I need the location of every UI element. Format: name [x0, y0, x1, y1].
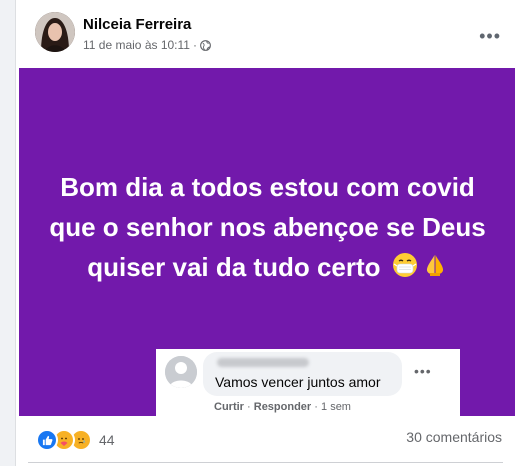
banner-text: Bom dia a todos estou com covid que o se…	[49, 172, 486, 282]
reactions-summary[interactable]: 44	[36, 429, 115, 451]
comment-actions: Curtir · Responder · 1 sem	[214, 401, 351, 413]
action-separator: ·	[247, 401, 251, 413]
avatar-photo	[35, 12, 75, 52]
commenter-avatar[interactable]	[165, 356, 197, 388]
reaction-count[interactable]: 44	[99, 432, 115, 448]
author-name[interactable]: Nilceia Ferreira	[83, 16, 191, 33]
blurred-commenter-name	[217, 358, 309, 367]
default-avatar-icon	[165, 356, 197, 388]
meta-separator: ·	[192, 38, 197, 52]
globe-icon	[200, 39, 211, 51]
comment-more-icon[interactable]: •••	[414, 363, 432, 379]
author-avatar[interactable]	[35, 12, 75, 52]
reply-comment-link[interactable]: Responder	[254, 401, 311, 413]
folded-hands-emoji	[422, 249, 448, 289]
comment-bubble: Vamos vencer juntos amor	[203, 352, 402, 396]
post-meta: 11 de maio às 10:11 ·	[83, 38, 211, 52]
face-with-medical-mask-emoji	[392, 249, 418, 289]
comment-screenshot: Vamos vencer juntos amor ••• Curtir · Re…	[156, 349, 460, 416]
footer-divider	[28, 462, 503, 463]
post-card: Nilceia Ferreira 11 de maio às 10:11 · •…	[15, 0, 515, 466]
more-options-icon[interactable]: •••	[479, 26, 501, 47]
post-timestamp[interactable]: 11 de maio às 10:11	[83, 38, 190, 52]
like-comment-link[interactable]: Curtir	[214, 401, 244, 413]
action-separator: ·	[314, 401, 318, 413]
post-banner: Bom dia a todos estou com covid que o se…	[19, 68, 515, 416]
comment-time[interactable]: 1 sem	[321, 401, 351, 413]
post-footer: 44 30 comentários	[16, 416, 515, 466]
like-reaction-icon	[36, 429, 58, 451]
comment-text: Vamos vencer juntos amor	[215, 374, 381, 390]
banner-text-block: Bom dia a todos estou com covid que o se…	[19, 167, 515, 289]
comments-count[interactable]: 30 comentários	[406, 429, 502, 445]
